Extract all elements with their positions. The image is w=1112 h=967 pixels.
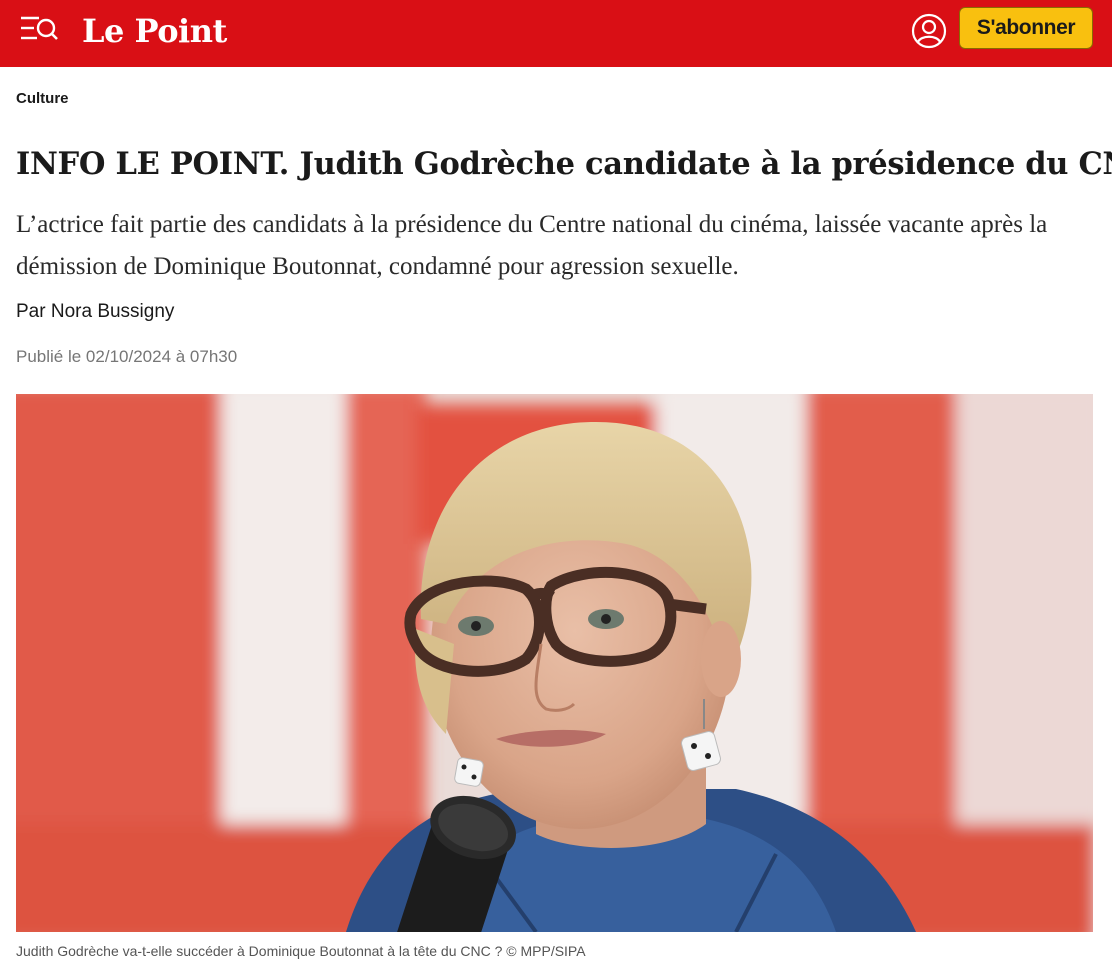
- article-title: INFO LE POINT. Judith Godrèche candidate…: [16, 146, 1112, 182]
- photo-caption: Judith Godrèche va-t-elle succéder à Dom…: [16, 943, 586, 959]
- byline: Par Nora Bussigny: [16, 300, 174, 324]
- user-icon[interactable]: [911, 13, 947, 49]
- subscribe-button[interactable]: S'abonner: [959, 7, 1093, 49]
- site-logo[interactable]: Le Point: [82, 10, 227, 52]
- top-bar: Le Point S'abonner: [0, 0, 1112, 67]
- byline-prefix: Par: [16, 301, 46, 322]
- menu-search-icon[interactable]: [20, 14, 60, 48]
- publish-date: Publié le 02/10/2024 à 07h30: [16, 347, 238, 366]
- section-link[interactable]: Culture: [16, 90, 69, 107]
- article-lead: L’actrice fait partie des candidats à la…: [16, 211, 1048, 280]
- article-photo: [16, 394, 1093, 932]
- author-link[interactable]: Nora Bussigny: [51, 301, 175, 322]
